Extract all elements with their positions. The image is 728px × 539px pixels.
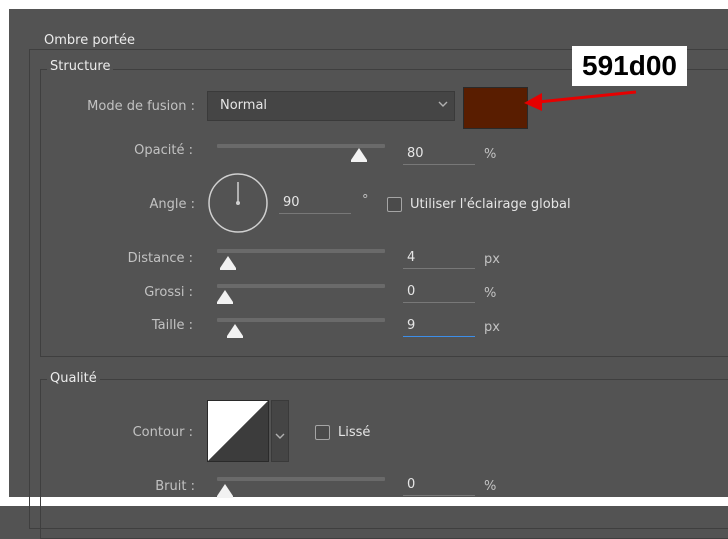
noise-label: Bruit : xyxy=(155,479,195,494)
noise-slider-track[interactable] xyxy=(217,477,385,481)
distance-input[interactable]: 4 xyxy=(403,247,475,269)
angle-dial-icon[interactable] xyxy=(207,172,269,234)
size-unit: px xyxy=(484,320,500,335)
chevron-down-icon xyxy=(437,98,449,113)
spread-unit: % xyxy=(484,286,497,301)
chevron-down-icon xyxy=(275,433,285,439)
quality-title: Qualité xyxy=(47,371,100,386)
color-annotation-label: 591d00 xyxy=(572,46,687,86)
angle-unit: ° xyxy=(362,193,369,208)
contour-curve-icon xyxy=(208,401,268,461)
antialias-label[interactable]: Lissé xyxy=(338,425,370,440)
angle-input[interactable]: 90 xyxy=(279,192,351,214)
noise-slider-thumb[interactable] xyxy=(217,484,233,498)
distance-unit: px xyxy=(484,252,500,267)
size-input[interactable]: 9 xyxy=(403,315,475,337)
size-slider-track[interactable] xyxy=(217,318,385,322)
global-light-label[interactable]: Utiliser l'éclairage global xyxy=(410,197,571,212)
blend-mode-value: Normal xyxy=(220,98,268,113)
noise-unit: % xyxy=(484,479,497,494)
spread-label: Grossi : xyxy=(144,285,193,300)
shadow-color-swatch[interactable] xyxy=(463,87,528,129)
spread-slider-thumb[interactable] xyxy=(217,290,233,304)
opacity-unit: % xyxy=(484,147,497,162)
distance-label: Distance : xyxy=(127,251,193,266)
opacity-slider-thumb[interactable] xyxy=(351,148,368,162)
quality-group-border xyxy=(40,379,728,539)
distance-slider-track[interactable] xyxy=(217,249,385,253)
contour-dropdown-button[interactable] xyxy=(271,400,289,462)
size-slider-thumb[interactable] xyxy=(227,324,244,338)
contour-label: Contour : xyxy=(132,425,193,440)
contour-picker[interactable] xyxy=(207,400,269,462)
size-label: Taille : xyxy=(151,318,193,333)
angle-label: Angle : xyxy=(149,197,195,212)
antialias-checkbox[interactable] xyxy=(315,425,330,440)
noise-input[interactable]: 0 xyxy=(403,474,475,496)
blend-mode-select[interactable]: Normal xyxy=(207,91,455,121)
drop-shadow-title: Ombre portée xyxy=(41,33,138,48)
opacity-label: Opacité : xyxy=(134,143,193,158)
global-light-checkbox[interactable] xyxy=(387,197,402,212)
spread-input[interactable]: 0 xyxy=(403,281,475,303)
structure-title: Structure xyxy=(47,59,114,74)
opacity-input[interactable]: 80 xyxy=(403,143,475,165)
blend-mode-label: Mode de fusion : xyxy=(87,99,195,114)
distance-slider-thumb[interactable] xyxy=(220,256,237,270)
spread-slider-track[interactable] xyxy=(217,284,385,288)
